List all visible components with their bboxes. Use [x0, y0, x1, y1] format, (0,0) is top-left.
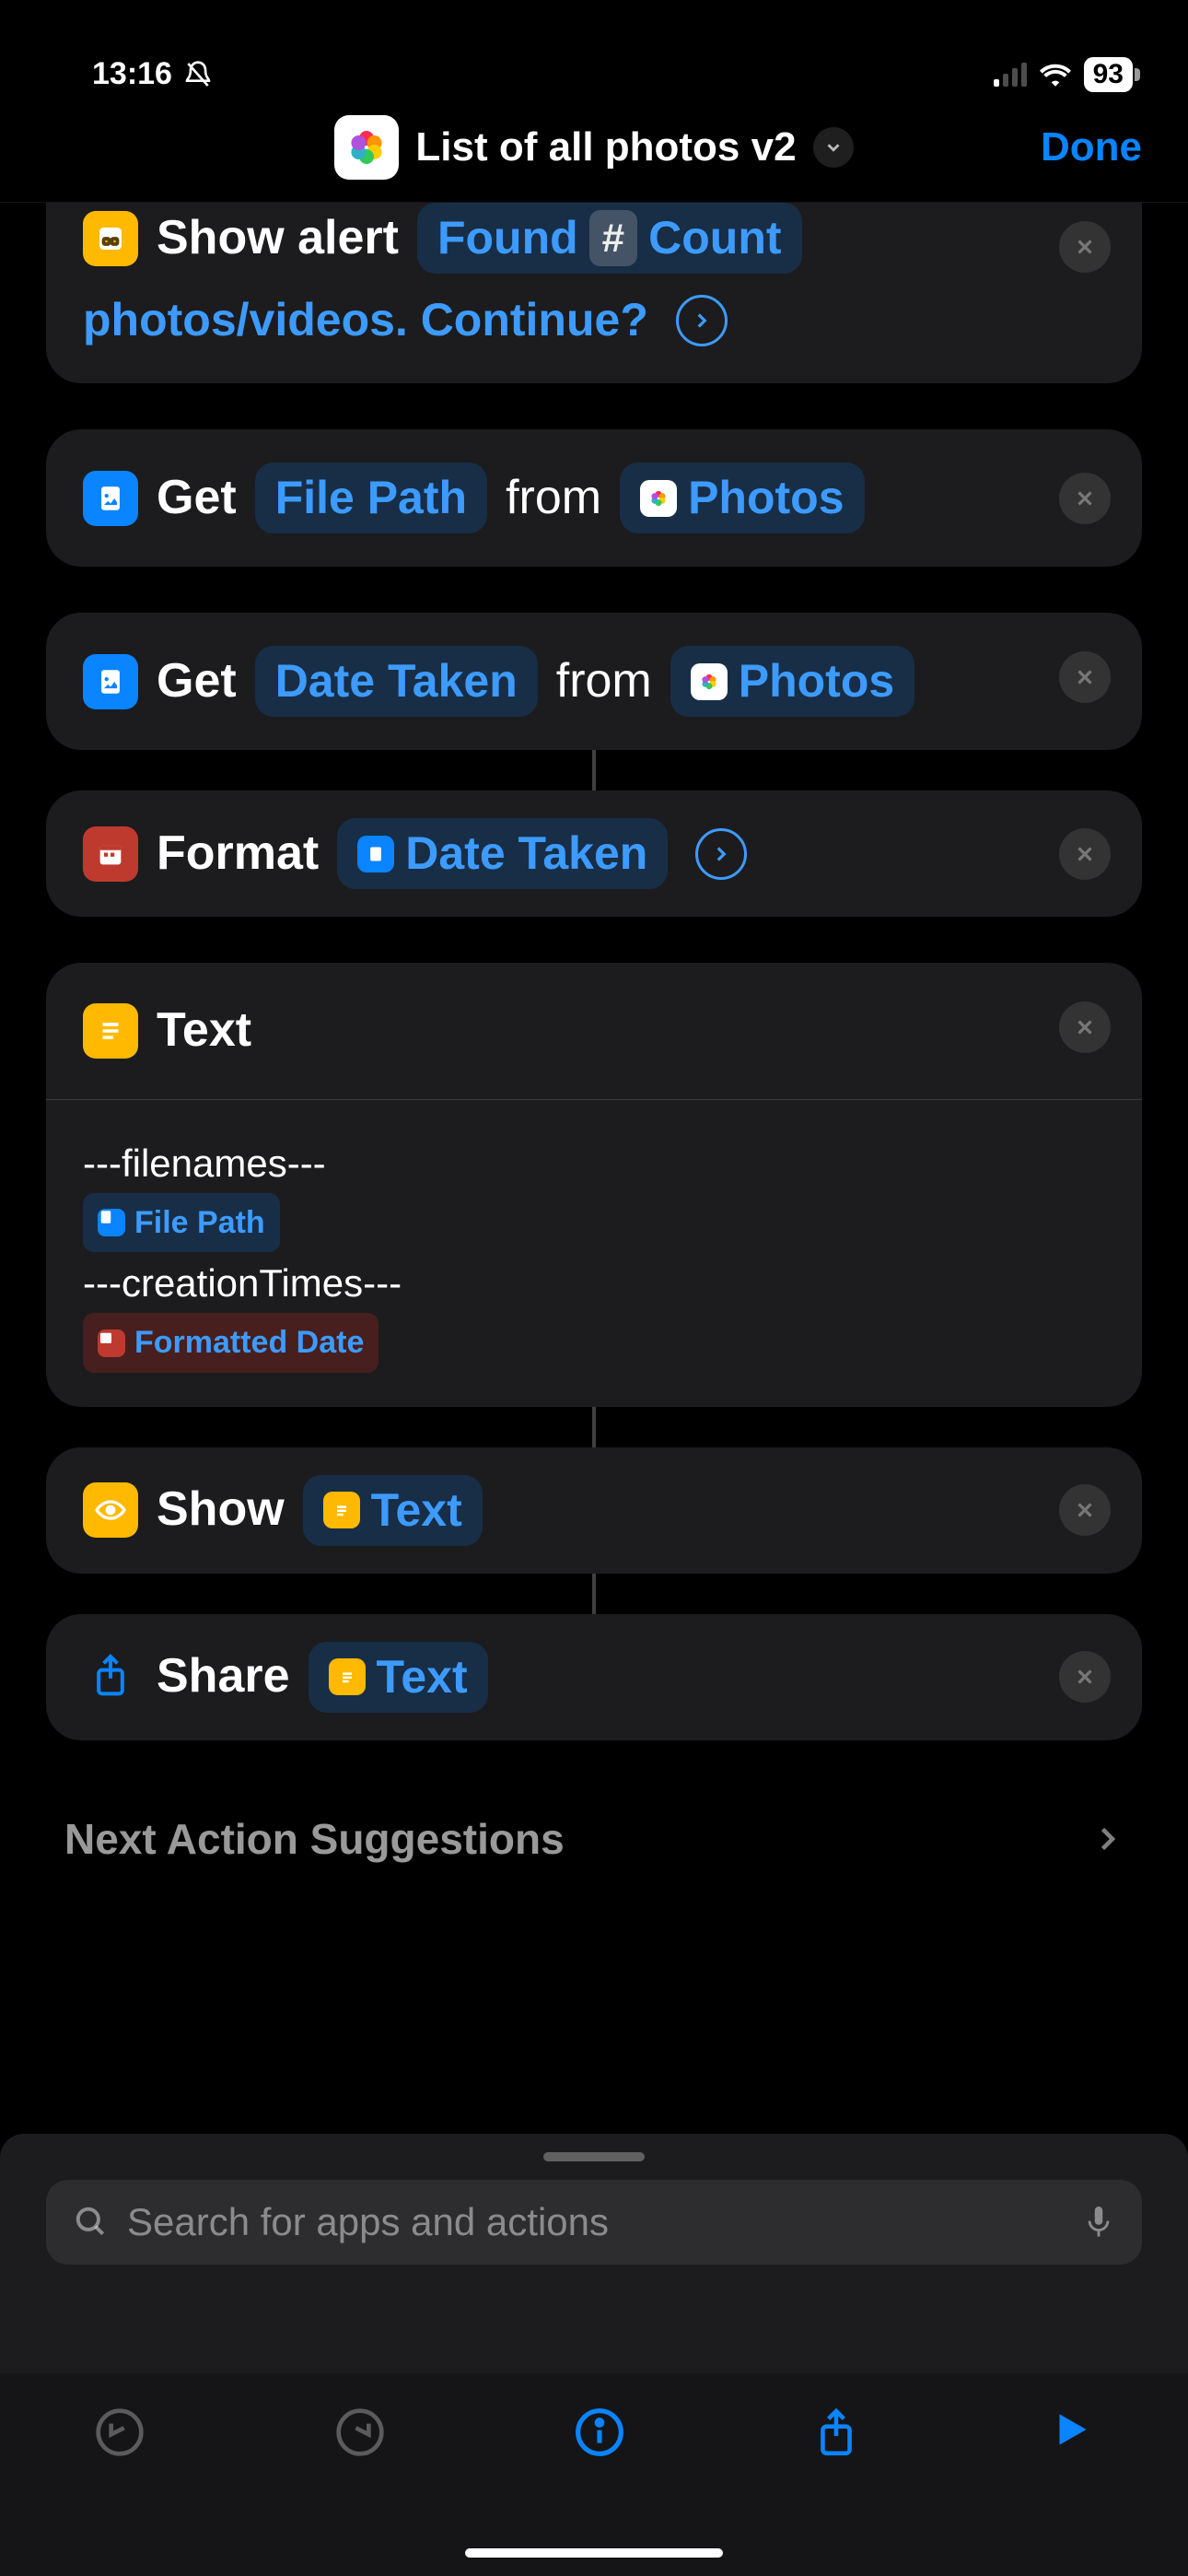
text-icon: [83, 1003, 138, 1059]
editor-toolbar: [0, 2373, 1188, 2576]
microphone-icon[interactable]: [1083, 2203, 1114, 2242]
action-label: Get: [157, 650, 237, 713]
search-placeholder: Search for apps and actions: [127, 2200, 1065, 2244]
status-bar: 13:16 93: [0, 0, 1188, 92]
quicklook-icon: [83, 1482, 138, 1538]
action-label: Text: [157, 1000, 251, 1062]
wifi-icon: [1040, 63, 1071, 87]
title-dropdown-button[interactable]: [813, 127, 854, 168]
shortcut-title: List of all photos v2: [415, 124, 796, 170]
calendar-icon: [83, 826, 138, 882]
sheet-grabber[interactable]: [543, 2152, 645, 2161]
silent-icon: [183, 60, 213, 89]
action-get-date-taken[interactable]: Get Date Taken from Photos: [46, 613, 1142, 750]
calendar-icon: [98, 1329, 125, 1357]
delete-action-button[interactable]: [1059, 1651, 1111, 1703]
home-indicator: [465, 2548, 723, 2558]
action-format-date[interactable]: Format Date Taken: [46, 790, 1142, 917]
redo-button[interactable]: [334, 2406, 386, 2458]
text-icon: [329, 1658, 366, 1695]
text-line: ---creationTimes---: [83, 1253, 1105, 1313]
text-line: ---filenames---: [83, 1133, 1105, 1193]
source-token[interactable]: Photos: [670, 646, 914, 717]
from-label: from: [506, 467, 601, 530]
delete-action-button[interactable]: [1059, 651, 1111, 703]
share-icon: [83, 1649, 138, 1704]
actions-list: Show alert Found # Count photos/videos. …: [0, 203, 1188, 1882]
file-icon: [357, 836, 394, 872]
detail-token[interactable]: Date Taken: [255, 646, 538, 717]
action-show[interactable]: Show Text: [46, 1447, 1142, 1574]
variable-token[interactable]: Text: [303, 1475, 483, 1546]
action-search-sheet[interactable]: Search for apps and actions: [0, 2134, 1188, 2576]
search-icon: [74, 2205, 109, 2240]
connector-line: [592, 1574, 596, 1614]
alert-message-token[interactable]: Found # Count: [417, 203, 802, 274]
count-badge: #: [589, 210, 637, 266]
file-icon: [83, 654, 138, 709]
undo-button[interactable]: [94, 2406, 146, 2458]
run-button[interactable]: [1048, 2406, 1094, 2453]
chevron-right-icon: [1090, 1822, 1124, 1856]
photos-app-icon: [334, 115, 399, 180]
expand-chevron-icon[interactable]: [676, 295, 728, 346]
action-get-file-path[interactable]: Get File Path from Photos: [46, 429, 1142, 567]
variable-token[interactable]: Text: [309, 1642, 488, 1713]
header: List of all photos v2 Done: [0, 92, 1188, 203]
photos-icon: [691, 663, 728, 700]
alert-icon: [83, 211, 138, 266]
cell-signal-icon: [994, 63, 1027, 87]
action-label: Show alert: [157, 207, 399, 270]
action-show-alert[interactable]: Show alert Found # Count photos/videos. …: [46, 203, 1142, 383]
delete-action-button[interactable]: [1059, 1001, 1111, 1053]
file-icon: [98, 1209, 125, 1236]
action-share[interactable]: Share Text: [46, 1614, 1142, 1740]
delete-action-button[interactable]: [1059, 221, 1111, 273]
text-content[interactable]: ---filenames--- File Path ---creationTim…: [46, 1099, 1142, 1407]
next-action-suggestions[interactable]: Next Action Suggestions: [46, 1796, 1142, 1882]
done-button[interactable]: Done: [1041, 124, 1142, 170]
expand-chevron-icon[interactable]: [695, 828, 747, 880]
delete-action-button[interactable]: [1059, 1484, 1111, 1536]
variable-token[interactable]: Date Taken: [337, 818, 668, 889]
connector-line: [592, 750, 596, 790]
source-token[interactable]: Photos: [620, 463, 864, 533]
from-label: from: [556, 650, 652, 713]
delete-action-button[interactable]: [1059, 473, 1111, 524]
action-label: Show: [157, 1479, 285, 1541]
action-label: Format: [157, 823, 319, 885]
text-icon: [323, 1492, 360, 1528]
variable-chip-file-path[interactable]: File Path: [83, 1193, 280, 1253]
status-right: 93: [994, 57, 1133, 92]
action-text[interactable]: Text ---filenames--- File Path ---creati…: [46, 963, 1142, 1407]
status-time: 13:16: [92, 56, 172, 92]
suggestions-label: Next Action Suggestions: [64, 1814, 565, 1864]
photos-icon: [640, 480, 677, 517]
alert-message-continuation: photos/videos. Continue?: [83, 290, 648, 350]
share-button[interactable]: [813, 2406, 859, 2462]
search-field[interactable]: Search for apps and actions: [46, 2180, 1142, 2265]
variable-chip-formatted-date[interactable]: Formatted Date: [83, 1313, 379, 1373]
detail-token[interactable]: File Path: [255, 463, 487, 533]
battery-indicator: 93: [1084, 57, 1133, 92]
title-wrap[interactable]: List of all photos v2: [334, 115, 853, 180]
delete-action-button[interactable]: [1059, 828, 1111, 880]
action-label: Get: [157, 467, 237, 530]
action-label: Share: [157, 1645, 290, 1708]
file-icon: [83, 471, 138, 526]
info-button[interactable]: [574, 2406, 625, 2458]
status-left: 13:16: [92, 56, 213, 92]
connector-line: [592, 1407, 596, 1447]
